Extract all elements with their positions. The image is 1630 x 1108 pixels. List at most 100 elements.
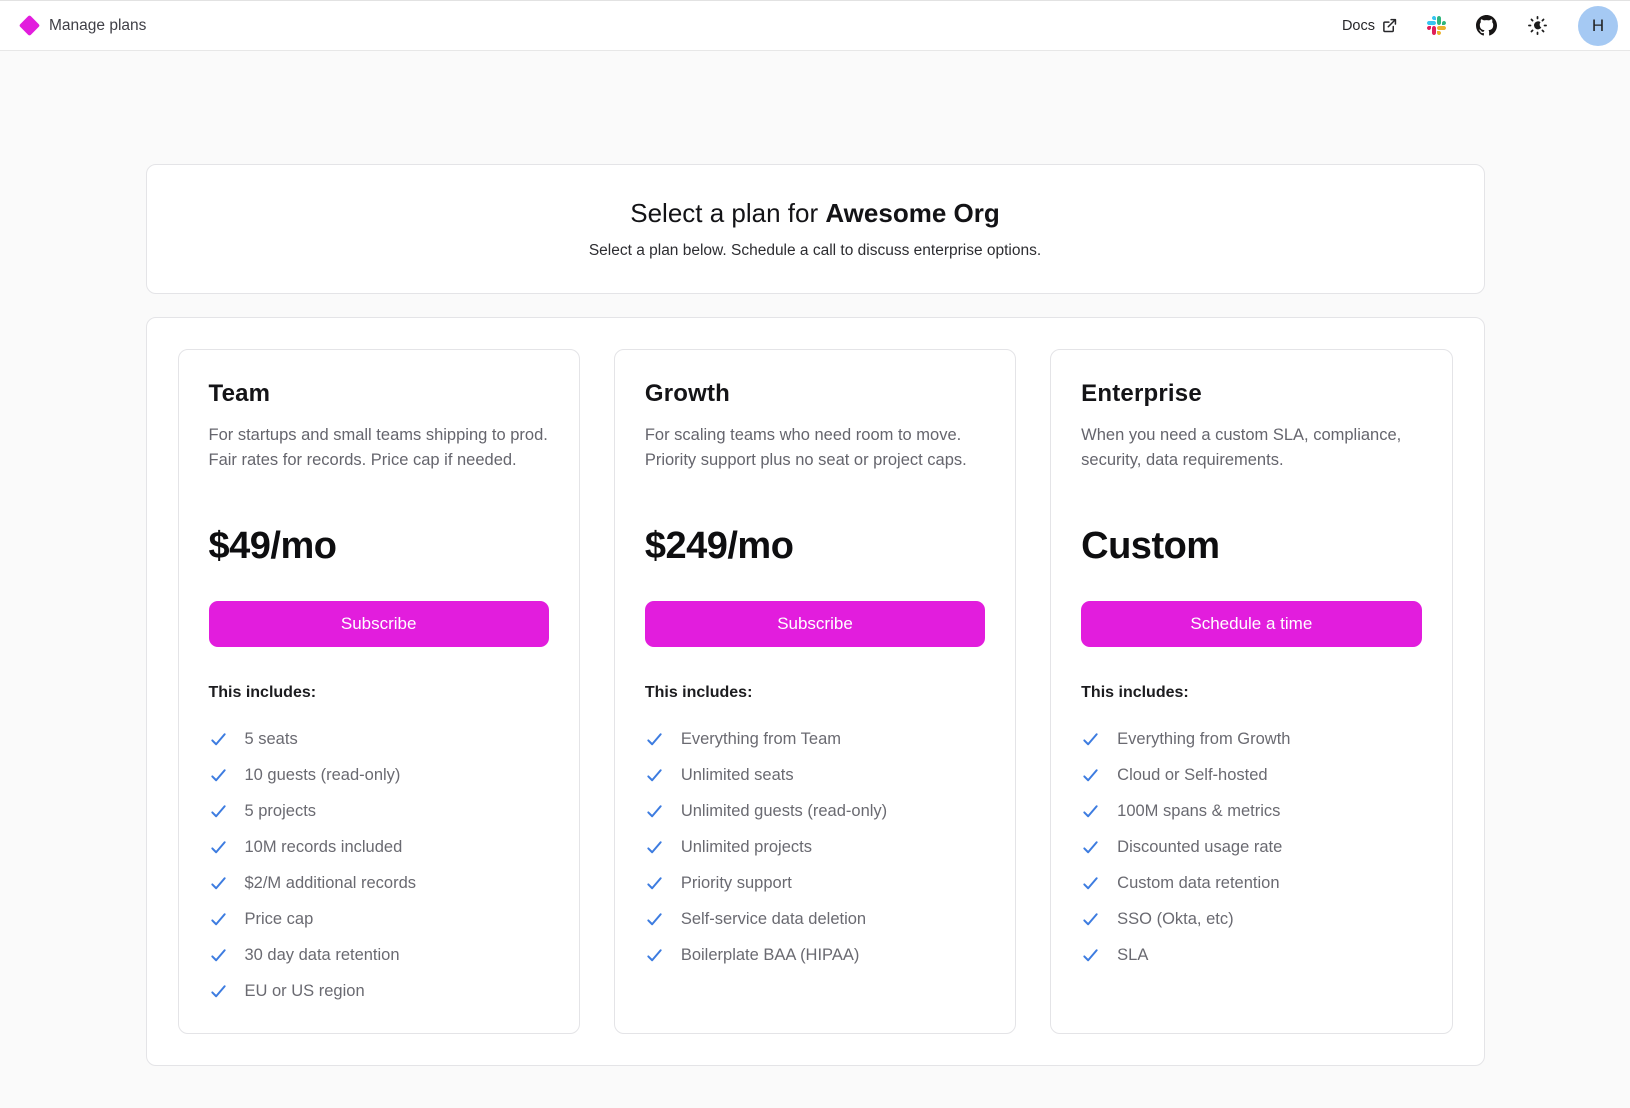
main-content: Select a plan for Awesome Org Select a p…	[146, 164, 1485, 1066]
feature-item: EU or US region	[209, 979, 549, 1003]
feature-item: Unlimited projects	[645, 835, 985, 859]
feature-label: 5 seats	[245, 727, 298, 751]
app-logo-area: Manage plans	[22, 17, 146, 35]
check-icon	[1081, 730, 1100, 749]
feature-item: Custom data retention	[1081, 871, 1421, 895]
plan-card-growth: Growth For scaling teams who need room t…	[614, 349, 1016, 1034]
feature-label: SSO (Okta, etc)	[1117, 907, 1233, 931]
check-icon	[209, 838, 228, 857]
check-icon	[645, 766, 664, 785]
check-icon	[209, 766, 228, 785]
feature-label: $2/M additional records	[245, 871, 417, 895]
check-icon	[645, 946, 664, 965]
check-icon	[209, 802, 228, 821]
feature-item: Price cap	[209, 907, 549, 931]
plan-name: Growth	[645, 380, 985, 408]
docs-link[interactable]: Docs	[1342, 18, 1397, 34]
feature-label: Price cap	[245, 907, 314, 931]
feature-label: Unlimited seats	[681, 763, 794, 787]
plans-grid: Team For startups and small teams shippi…	[178, 349, 1453, 1034]
feature-item: 100M spans & metrics	[1081, 799, 1421, 823]
top-bar: Manage plans Docs	[0, 0, 1630, 51]
intro-card: Select a plan for Awesome Org Select a p…	[146, 164, 1485, 294]
org-name: Awesome Org	[825, 198, 999, 228]
feature-item: Discounted usage rate	[1081, 835, 1421, 859]
plan-price: $49/mo	[209, 525, 549, 568]
feature-label: 5 projects	[245, 799, 317, 823]
top-bar-actions: Docs	[1342, 6, 1618, 46]
includes-label: This includes:	[1081, 684, 1421, 702]
plans-card: Team For startups and small teams shippi…	[146, 317, 1485, 1066]
feature-item: Priority support	[645, 871, 985, 895]
feature-label: Unlimited guests (read-only)	[681, 799, 887, 823]
check-icon	[645, 838, 664, 857]
intro-title-prefix: Select a plan for	[630, 198, 825, 228]
external-link-icon	[1382, 18, 1397, 33]
theme-toggle-icon[interactable]	[1527, 15, 1548, 36]
plan-card-team: Team For startups and small teams shippi…	[178, 349, 580, 1034]
features-list: Everything from Team Unlimited seats Unl…	[645, 727, 985, 967]
check-icon	[209, 910, 228, 929]
user-avatar[interactable]: H	[1578, 6, 1618, 46]
feature-item: Everything from Growth	[1081, 727, 1421, 751]
check-icon	[1081, 874, 1100, 893]
feature-item: Cloud or Self-hosted	[1081, 763, 1421, 787]
feature-label: 10 guests (read-only)	[245, 763, 401, 787]
check-icon	[1081, 766, 1100, 785]
subscribe-button[interactable]: Subscribe	[209, 601, 549, 647]
includes-label: This includes:	[209, 684, 549, 702]
check-icon	[1081, 802, 1100, 821]
feature-label: SLA	[1117, 943, 1148, 967]
plan-price: Custom	[1081, 525, 1421, 568]
includes-label: This includes:	[645, 684, 985, 702]
plan-name: Team	[209, 380, 549, 408]
plan-description: When you need a custom SLA, compliance, …	[1081, 423, 1421, 498]
diamond-logo-icon	[19, 15, 40, 36]
github-icon[interactable]	[1476, 15, 1497, 36]
feature-label: Priority support	[681, 871, 792, 895]
check-icon	[209, 982, 228, 1001]
feature-label: Discounted usage rate	[1117, 835, 1282, 859]
feature-item: Self-service data deletion	[645, 907, 985, 931]
feature-item: 10M records included	[209, 835, 549, 859]
feature-label: Custom data retention	[1117, 871, 1279, 895]
check-icon	[209, 946, 228, 965]
docs-link-label: Docs	[1342, 18, 1375, 34]
check-icon	[1081, 838, 1100, 857]
feature-label: 100M spans & metrics	[1117, 799, 1280, 823]
plan-description: For scaling teams who need room to move.…	[645, 423, 985, 498]
feature-label: EU or US region	[245, 979, 365, 1003]
check-icon	[645, 802, 664, 821]
feature-label: Boilerplate BAA (HIPAA)	[681, 943, 860, 967]
feature-label: Self-service data deletion	[681, 907, 866, 931]
check-icon	[1081, 946, 1100, 965]
feature-item: Unlimited guests (read-only)	[645, 799, 985, 823]
feature-item: $2/M additional records	[209, 871, 549, 895]
feature-item: Unlimited seats	[645, 763, 985, 787]
feature-item: Everything from Team	[645, 727, 985, 751]
schedule-button[interactable]: Schedule a time	[1081, 601, 1421, 647]
feature-item: 5 seats	[209, 727, 549, 751]
plan-name: Enterprise	[1081, 380, 1421, 408]
feature-label: 30 day data retention	[245, 943, 400, 967]
intro-subtitle: Select a plan below. Schedule a call to …	[589, 242, 1041, 260]
feature-item: 30 day data retention	[209, 943, 549, 967]
features-list: Everything from Growth Cloud or Self-hos…	[1081, 727, 1421, 967]
feature-item: Boilerplate BAA (HIPAA)	[645, 943, 985, 967]
feature-item: SSO (Okta, etc)	[1081, 907, 1421, 931]
plan-description: For startups and small teams shipping to…	[209, 423, 549, 498]
feature-label: Everything from Team	[681, 727, 841, 751]
plan-card-enterprise: Enterprise When you need a custom SLA, c…	[1050, 349, 1452, 1034]
feature-label: Unlimited projects	[681, 835, 812, 859]
intro-title: Select a plan for Awesome Org	[630, 198, 999, 229]
check-icon	[1081, 910, 1100, 929]
check-icon	[645, 730, 664, 749]
subscribe-button[interactable]: Subscribe	[645, 601, 985, 647]
feature-label: 10M records included	[245, 835, 403, 859]
features-list: 5 seats 10 guests (read-only) 5 projects…	[209, 727, 549, 1003]
feature-item: 10 guests (read-only)	[209, 763, 549, 787]
feature-label: Everything from Growth	[1117, 727, 1290, 751]
check-icon	[645, 874, 664, 893]
feature-item: SLA	[1081, 943, 1421, 967]
slack-icon[interactable]	[1427, 16, 1446, 35]
